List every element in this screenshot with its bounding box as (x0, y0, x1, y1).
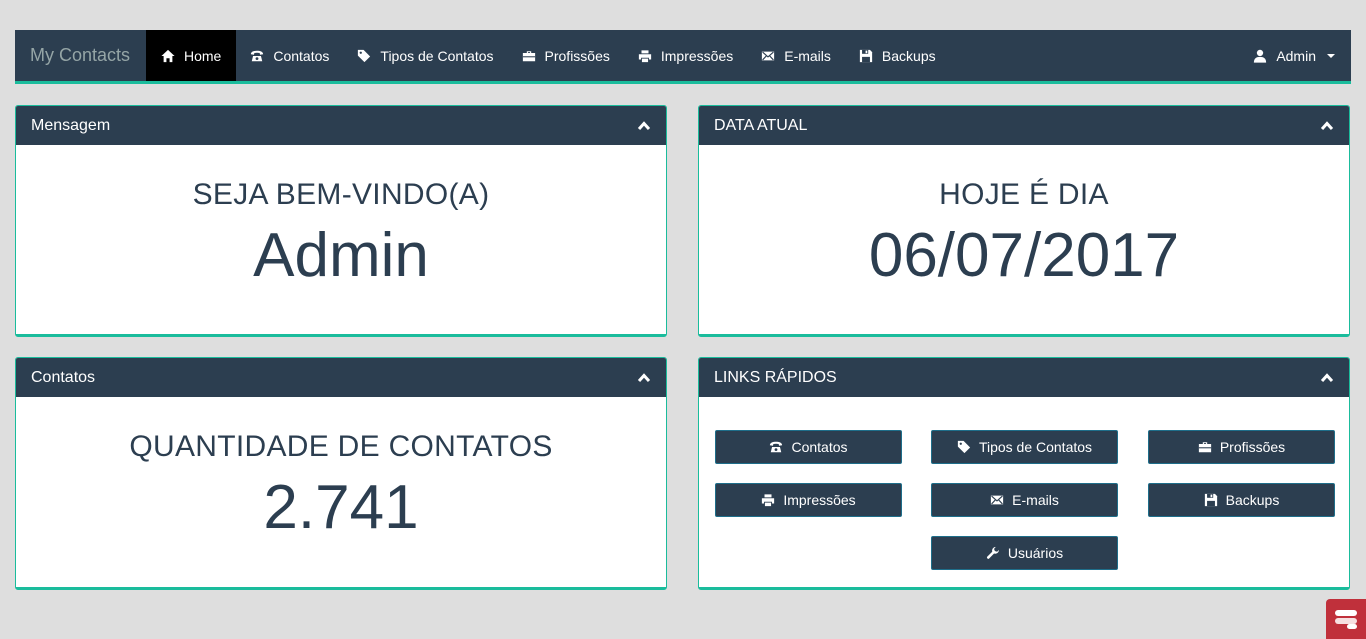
print-icon (638, 49, 652, 63)
save-icon (1204, 493, 1218, 507)
user-icon (1253, 49, 1267, 63)
quick-link-contatos[interactable]: Contatos (715, 430, 902, 464)
panel-heading: Contatos (16, 358, 666, 397)
quick-link-label: Tipos de Contatos (978, 439, 1093, 455)
brand-logo[interactable]: My Contacts (15, 30, 146, 81)
panel-heading: Mensagem (16, 106, 666, 145)
quick-link-label: Profissões (1219, 439, 1286, 455)
panel-mensagem: Mensagem SEJA BEM-VINDO(A) Admin (15, 105, 667, 337)
nav-emails-label: E-mails (784, 47, 831, 64)
contacts-count-label: QUANTIDADE DE CONTATOS (129, 430, 553, 463)
panel-links-rapidos: LINKS RÁPIDOS Contatos Tipos de Contatos… (698, 357, 1350, 590)
quick-link-impressoes[interactable]: Impressões (715, 483, 902, 517)
home-icon (161, 49, 175, 63)
panel-contatos: Contatos QUANTIDADE DE CONTATOS 2.741 (15, 357, 667, 590)
quick-link-tipos-de-contatos[interactable]: Tipos de Contatos (931, 430, 1118, 464)
envelope-icon (990, 493, 1004, 507)
panel-title: Contatos (31, 368, 96, 386)
panel-title: Mensagem (31, 116, 111, 134)
user-menu-dropdown[interactable]: Admin (1239, 30, 1351, 81)
stack-logo-icon (1335, 610, 1357, 629)
briefcase-icon (1198, 440, 1212, 454)
quick-link-label: Backups (1225, 492, 1280, 508)
nav-emails[interactable]: E-mails (747, 30, 845, 81)
envelope-icon (761, 49, 775, 63)
briefcase-icon (522, 49, 536, 63)
quick-links-grid: Contatos Tipos de Contatos Profissões Im… (699, 397, 1349, 587)
panel-heading: DATA ATUAL (699, 106, 1349, 145)
nav-backups[interactable]: Backups (845, 30, 950, 81)
contacts-count-value: 2.741 (263, 473, 419, 542)
tag-icon (357, 49, 371, 63)
chevron-up-icon[interactable] (637, 119, 651, 133)
quick-link-label: E-mails (1012, 492, 1059, 508)
nav-tipos-label: Tipos de Contatos (380, 47, 494, 64)
panel-body: HOJE É DIA 06/07/2017 (699, 178, 1349, 291)
save-icon (859, 49, 873, 63)
quick-link-label: Usuários (1007, 545, 1064, 561)
wrench-icon (986, 546, 1000, 560)
phone-icon (250, 49, 264, 63)
user-menu-label: Admin (1276, 47, 1316, 64)
nav-contatos[interactable]: Contatos (236, 30, 343, 81)
nav-home[interactable]: Home (146, 30, 237, 81)
nav-backups-label: Backups (881, 47, 936, 64)
welcome-label: SEJA BEM-VINDO(A) (192, 178, 490, 211)
nav-impressoes[interactable]: Impressões (624, 30, 747, 81)
corner-badge-icon[interactable] (1326, 599, 1366, 639)
quick-link-label: Impressões (783, 492, 856, 508)
quick-link-backups[interactable]: Backups (1148, 483, 1335, 517)
user-name-value: Admin (253, 221, 429, 290)
chevron-up-icon[interactable] (637, 371, 651, 385)
panel-body: QUANTIDADE DE CONTATOS 2.741 (16, 430, 666, 543)
panel-title: DATA ATUAL (714, 116, 808, 134)
quick-link-label: Contatos (791, 439, 848, 455)
current-date-value: 06/07/2017 (868, 221, 1180, 290)
caret-down-icon (1327, 53, 1335, 58)
quick-link-emails[interactable]: E-mails (931, 483, 1118, 517)
chevron-up-icon[interactable] (1320, 119, 1334, 133)
panel-data-atual: DATA ATUAL HOJE É DIA 06/07/2017 (698, 105, 1350, 337)
panel-title: LINKS RÁPIDOS (714, 368, 837, 386)
nav-profissoes[interactable]: Profissões (508, 30, 624, 81)
quick-link-profissoes[interactable]: Profissões (1148, 430, 1335, 464)
nav-tipos-de-contatos[interactable]: Tipos de Contatos (343, 30, 507, 81)
quick-link-usuarios[interactable]: Usuários (931, 536, 1118, 570)
panel-body: SEJA BEM-VINDO(A) Admin (16, 178, 666, 291)
panel-heading: LINKS RÁPIDOS (699, 358, 1349, 397)
phone-icon (769, 440, 783, 454)
top-navbar: My Contacts Home Contatos Tipos de Conta… (15, 30, 1351, 84)
date-label: HOJE É DIA (939, 178, 1109, 211)
chevron-up-icon[interactable] (1320, 371, 1334, 385)
nav-impressoes-label: Impressões (660, 47, 734, 64)
print-icon (761, 493, 775, 507)
nav-profissoes-label: Profissões (544, 47, 610, 64)
tag-icon (957, 440, 971, 454)
nav-contatos-label: Contatos (273, 47, 330, 64)
nav-home-label: Home (184, 47, 222, 64)
